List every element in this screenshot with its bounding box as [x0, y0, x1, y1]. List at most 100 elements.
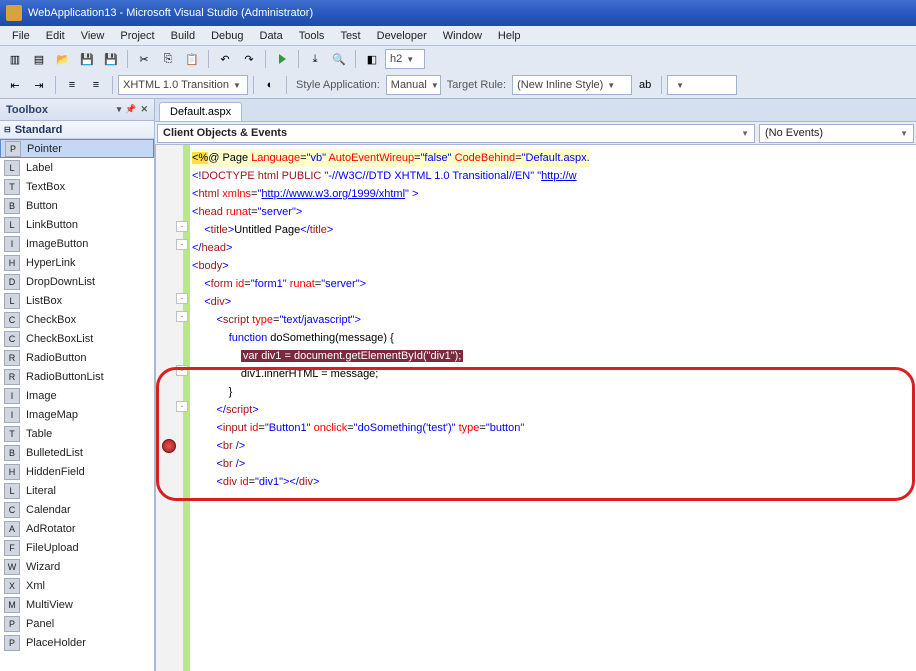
style-button[interactable]: ab: [634, 74, 656, 96]
outdent-button[interactable]: ⇤: [4, 74, 26, 96]
menu-view[interactable]: View: [73, 28, 113, 44]
target-rule-combo[interactable]: (New Inline Style)▼: [512, 75, 632, 95]
validate-button[interactable]: ◐: [259, 74, 281, 96]
code-line[interactable]: </head>: [192, 239, 916, 257]
code-editor[interactable]: <%@ Page Language="vb" AutoEventWireup="…: [155, 145, 916, 671]
toolbox-item-radiobuttonlist[interactable]: RRadioButtonList: [0, 367, 154, 386]
event-dropdown[interactable]: (No Events)▼: [759, 124, 914, 143]
toolbox-item-image[interactable]: IImage: [0, 386, 154, 405]
pin-icon[interactable]: 📌: [125, 104, 136, 115]
save-all-button[interactable]: 💾: [100, 48, 122, 70]
toolbox-item-hyperlink[interactable]: HHyperLink: [0, 253, 154, 272]
misc-button-1[interactable]: ◧: [361, 48, 383, 70]
menu-developer[interactable]: Developer: [369, 28, 435, 44]
code-line[interactable]: var div1 = document.getElementById("div1…: [192, 347, 916, 365]
add-item-button[interactable]: ▤: [28, 48, 50, 70]
toolbox-item-multiview[interactable]: MMultiView: [0, 595, 154, 614]
dropdown-icon[interactable]: ▾: [117, 104, 122, 115]
copy-button[interactable]: ⎘: [157, 48, 179, 70]
close-icon[interactable]: ✕: [140, 104, 148, 115]
breakpoint-icon[interactable]: [162, 439, 176, 453]
start-debug-button[interactable]: [271, 48, 293, 70]
outline-toggle[interactable]: -: [176, 401, 188, 412]
code-line[interactable]: <body>: [192, 257, 916, 275]
step-button[interactable]: ⤓: [304, 48, 326, 70]
menu-file[interactable]: File: [4, 28, 38, 44]
code-line[interactable]: div1.innerHTML = message;: [192, 365, 916, 383]
toolbox-item-checkboxlist[interactable]: CCheckBoxList: [0, 329, 154, 348]
outline-toggle[interactable]: -: [176, 221, 188, 232]
toolbox-category[interactable]: ⊟Standard: [0, 121, 154, 139]
toolbox-item-pointer[interactable]: PPointer: [0, 139, 154, 158]
code-line[interactable]: <br />: [192, 437, 916, 455]
code-line[interactable]: <!DOCTYPE html PUBLIC "-//W3C//DTD XHTML…: [192, 167, 916, 185]
indent-button[interactable]: ⇥: [28, 74, 50, 96]
code-line[interactable]: <div>: [192, 293, 916, 311]
toolbox-item-imagebutton[interactable]: IImageButton: [0, 234, 154, 253]
code-line[interactable]: <%@ Page Language="vb" AutoEventWireup="…: [192, 149, 916, 167]
code-line[interactable]: function doSomething(message) {: [192, 329, 916, 347]
toolbox-item-panel[interactable]: PPanel: [0, 614, 154, 633]
toolbox-item-button[interactable]: BButton: [0, 196, 154, 215]
paste-button[interactable]: 📋: [181, 48, 203, 70]
toolbox-item-fileupload[interactable]: FFileUpload: [0, 538, 154, 557]
cut-button[interactable]: ✂: [133, 48, 155, 70]
style-app-combo[interactable]: Manual▼: [386, 75, 441, 95]
uncomment-button[interactable]: ≡: [85, 74, 107, 96]
toolbox-item-checkbox[interactable]: CCheckBox: [0, 310, 154, 329]
code-line[interactable]: <html xmlns="http://www.w3.org/1999/xhtm…: [192, 185, 916, 203]
extra-combo[interactable]: ▼: [667, 75, 737, 95]
menu-debug[interactable]: Debug: [203, 28, 251, 44]
toolbox-item-table[interactable]: TTable: [0, 424, 154, 443]
tab-default-aspx[interactable]: Default.aspx: [159, 102, 242, 121]
save-button[interactable]: 💾: [76, 48, 98, 70]
menu-test[interactable]: Test: [332, 28, 368, 44]
code-line[interactable]: <form id="form1" runat="server">: [192, 275, 916, 293]
outline-toggle[interactable]: -: [176, 365, 188, 376]
code-line[interactable]: <input id="Button1" onclick="doSomething…: [192, 419, 916, 437]
code-line[interactable]: <div id="div1"></div>: [192, 473, 916, 491]
menu-data[interactable]: Data: [252, 28, 291, 44]
code-content[interactable]: <%@ Page Language="vb" AutoEventWireup="…: [190, 145, 916, 671]
toolbox-item-bulletedlist[interactable]: BBulletedList: [0, 443, 154, 462]
outline-toggle[interactable]: -: [176, 293, 188, 304]
code-line[interactable]: }: [192, 383, 916, 401]
hiddenfield-icon: H: [4, 464, 20, 480]
toolbox-item-radiobutton[interactable]: RRadioButton: [0, 348, 154, 367]
menu-window[interactable]: Window: [435, 28, 490, 44]
menu-edit[interactable]: Edit: [38, 28, 73, 44]
redo-button[interactable]: ↷: [238, 48, 260, 70]
heading-combo[interactable]: h2▼: [385, 49, 425, 69]
toolbox-item-linkbutton[interactable]: LLinkButton: [0, 215, 154, 234]
comment-button[interactable]: ≡: [61, 74, 83, 96]
outline-toggle[interactable]: -: [176, 239, 188, 250]
code-line[interactable]: <head runat="server">: [192, 203, 916, 221]
outline-toggle[interactable]: -: [176, 311, 188, 322]
menu-project[interactable]: Project: [112, 28, 162, 44]
toolbox-item-literal[interactable]: LLiteral: [0, 481, 154, 500]
toolbox-item-listbox[interactable]: LListBox: [0, 291, 154, 310]
toolbox-item-wizard[interactable]: WWizard: [0, 557, 154, 576]
toolbox-item-adrotator[interactable]: AAdRotator: [0, 519, 154, 538]
toolbox-item-dropdownlist[interactable]: DDropDownList: [0, 272, 154, 291]
code-line[interactable]: <title>Untitled Page</title>: [192, 221, 916, 239]
toolbox-item-imagemap[interactable]: IImageMap: [0, 405, 154, 424]
new-project-button[interactable]: ▥: [4, 48, 26, 70]
open-button[interactable]: 📂: [52, 48, 74, 70]
menu-tools[interactable]: Tools: [291, 28, 333, 44]
toolbox-item-xml[interactable]: XXml: [0, 576, 154, 595]
toolbox-item-placeholder[interactable]: PPlaceHolder: [0, 633, 154, 652]
toolbox-item-calendar[interactable]: CCalendar: [0, 500, 154, 519]
code-line[interactable]: </script>: [192, 401, 916, 419]
toolbox-item-textbox[interactable]: TTextBox: [0, 177, 154, 196]
menu-help[interactable]: Help: [490, 28, 529, 44]
object-dropdown[interactable]: Client Objects & Events▼: [157, 124, 755, 143]
code-line[interactable]: <script type="text/javascript">: [192, 311, 916, 329]
toolbox-item-hiddenfield[interactable]: HHiddenField: [0, 462, 154, 481]
find-button[interactable]: 🔍: [328, 48, 350, 70]
doctype-combo[interactable]: XHTML 1.0 Transition▼: [118, 75, 248, 95]
menu-build[interactable]: Build: [163, 28, 203, 44]
undo-button[interactable]: ↶: [214, 48, 236, 70]
code-line[interactable]: <br />: [192, 455, 916, 473]
toolbox-item-label[interactable]: LLabel: [0, 158, 154, 177]
